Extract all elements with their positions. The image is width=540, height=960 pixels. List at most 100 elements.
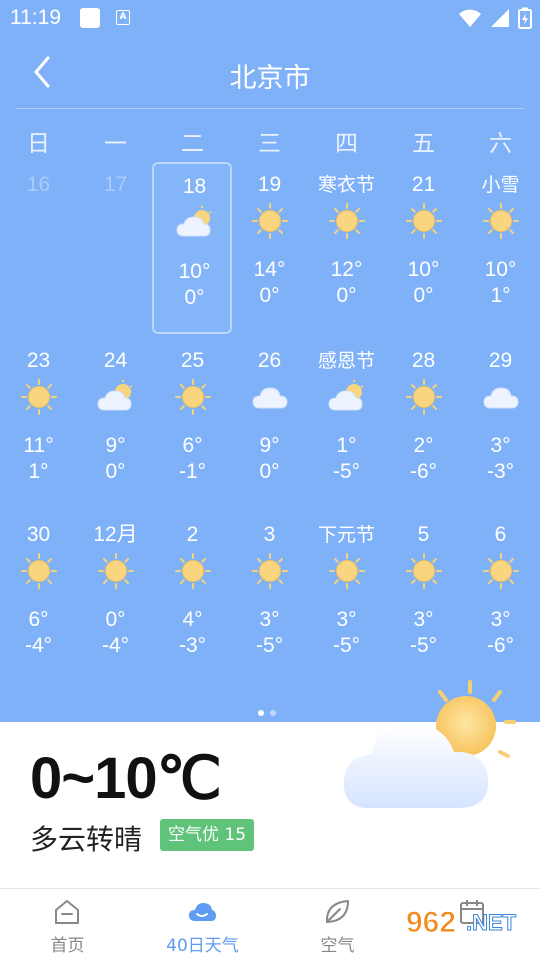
sun-icon (97, 552, 135, 590)
day-cell[interactable]: 5 3° -5° (385, 522, 462, 692)
notification-icon (80, 8, 100, 28)
low-temp: 0° (259, 460, 280, 483)
tab-air[interactable]: 空气 (270, 889, 405, 960)
day-cell[interactable]: 下元节 3° -5° (308, 522, 385, 692)
day-cell[interactable]: 23 11° 1° (0, 348, 77, 518)
page-title: 北京市 (229, 63, 311, 94)
day-number: 28 (411, 349, 436, 372)
aqi-badge: 空气优 15 (160, 819, 255, 851)
sun-icon (174, 378, 212, 416)
temperature-range: 0~10℃ (30, 746, 222, 811)
day-number: 2 (186, 523, 199, 546)
weekday-label: 日 (27, 131, 50, 157)
day-cell[interactable]: 16 (0, 172, 77, 342)
sun-icon (251, 552, 289, 590)
weather-condition: 多云转晴 (30, 823, 143, 856)
day-cell[interactable]: 3 3° -5° (231, 522, 308, 692)
high-temp: 1° (336, 434, 357, 457)
day-number: 25 (180, 349, 205, 372)
day-number: 29 (488, 349, 513, 372)
home-icon (52, 897, 82, 927)
day-cell[interactable]: 寒衣节 12° 0° (308, 172, 385, 342)
high-temp: 10° (484, 258, 517, 281)
day-cell[interactable]: 30 6° -4° (0, 522, 77, 692)
low-temp: -6° (409, 460, 438, 483)
day-festival-label: 下元节 (317, 524, 375, 546)
high-temp: 14° (253, 258, 286, 281)
day-cell[interactable]: 小雪 10° 1° (462, 172, 539, 342)
day-cell[interactable]: 19 14° 0° (231, 172, 308, 342)
day-cell[interactable]: 12月 0° -4° (77, 522, 154, 692)
high-temp: 3° (413, 608, 434, 631)
high-temp: 9° (105, 434, 126, 457)
day-number: 6 (494, 523, 507, 546)
day-number: 12月 (93, 523, 138, 546)
cloud-icon (482, 378, 520, 416)
day-cell[interactable]: 21 10° 0° (385, 172, 462, 342)
low-temp: -5° (332, 634, 361, 657)
day-festival-label: 感恩节 (317, 350, 375, 372)
day-number: 3 (263, 523, 276, 546)
day-cell[interactable]: 6 3° -6° (462, 522, 539, 692)
day-cell[interactable]: 28 2° -6° (385, 348, 462, 518)
day-cell[interactable]: 24 9° 0° (77, 348, 154, 518)
page-indicator (258, 710, 276, 716)
weekday-label: 一 (104, 131, 127, 157)
high-temp: 3° (336, 608, 357, 631)
day-festival-label: 小雪 (481, 174, 520, 196)
day-cell[interactable]: 18 10° 0° (152, 162, 232, 334)
forecast-panel: 11:19 A 北京市 日一二三四五六 16 17 18 10° 0° 19 14° 0° 寒衣… (0, 0, 540, 722)
low-temp: 0° (184, 286, 205, 309)
cloud-icon (251, 378, 289, 416)
day-number: 26 (257, 349, 282, 372)
sun-icon (251, 202, 289, 240)
high-temp: 2° (413, 434, 434, 457)
day-cell[interactable]: 26 9° 0° (231, 348, 308, 518)
site-watermark: 962 .NET 乐游网 (406, 906, 523, 959)
cloud-icon (187, 897, 217, 927)
high-temp: 0° (105, 608, 126, 631)
day-number: 30 (26, 523, 51, 546)
low-temp: 0° (413, 284, 434, 307)
notification-a-icon: A (116, 10, 130, 25)
day-number: 19 (257, 173, 282, 196)
weekday-label: 五 (412, 131, 435, 157)
low-temp: -5° (332, 460, 361, 483)
tab-label: 空气 (320, 936, 355, 956)
high-temp: 11° (23, 434, 54, 457)
day-number: 24 (103, 349, 128, 372)
high-temp: 3° (490, 434, 511, 457)
day-number: 18 (182, 175, 207, 198)
day-cell[interactable]: 25 6° -1° (154, 348, 231, 518)
day-number: 5 (417, 523, 430, 546)
weekday-header: 日一二三四五六 (0, 124, 540, 157)
signal-icon (491, 9, 509, 27)
day-number: 21 (411, 173, 436, 196)
high-temp: 6° (182, 434, 203, 457)
page-dot[interactable] (258, 710, 264, 716)
day-cell[interactable]: 29 3° -3° (462, 348, 539, 518)
high-temp: 10° (178, 260, 211, 283)
tab-label: 40日天气 (166, 936, 239, 956)
tab-label: 首页 (50, 936, 85, 956)
weekday-label: 四 (335, 131, 358, 157)
high-temp: 10° (407, 258, 440, 281)
high-temp: 4° (182, 608, 203, 631)
weekday-label: 六 (489, 131, 512, 157)
day-cell[interactable]: 17 (77, 172, 154, 342)
day-cell[interactable]: 感恩节 1° -5° (308, 348, 385, 518)
tab-home[interactable]: 首页 (0, 889, 135, 960)
sun-icon (405, 552, 443, 590)
day-cell[interactable]: 2 4° -3° (154, 522, 231, 692)
sun-icon (174, 552, 212, 590)
partly-cloudy-icon (328, 378, 366, 416)
sun-icon (328, 552, 366, 590)
page-dot[interactable] (270, 710, 276, 716)
low-temp: 1° (490, 284, 511, 307)
status-time: 11:19 (10, 6, 61, 29)
wifi-icon (459, 9, 481, 27)
large-partly-cloudy-icon (343, 680, 516, 808)
tab-forecast-40day[interactable]: 40日天气 (135, 889, 270, 960)
header: 北京市 (0, 44, 540, 100)
day-number: 16 (26, 173, 51, 196)
